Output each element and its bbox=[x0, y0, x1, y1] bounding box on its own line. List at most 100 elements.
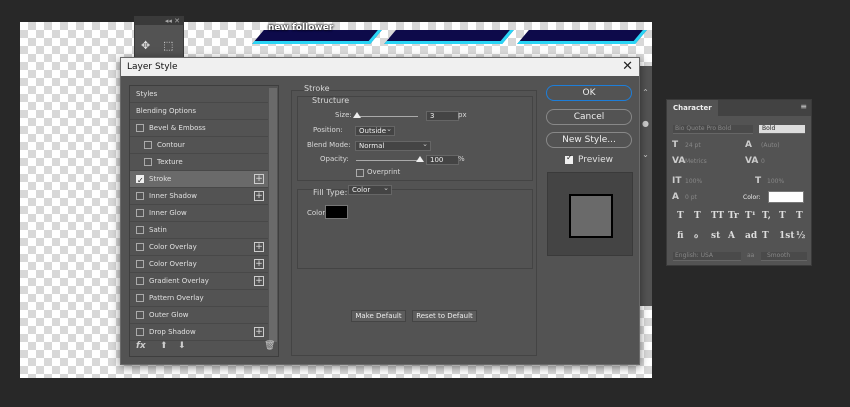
character-tab[interactable]: Character bbox=[667, 100, 718, 116]
stroke-color-swatch[interactable] bbox=[325, 205, 348, 219]
type-style-icon[interactable]: ½ bbox=[796, 231, 805, 241]
style-item-inner-shadow[interactable]: Inner Shadow + bbox=[130, 188, 268, 205]
dialog-title: Layer Style bbox=[127, 62, 178, 72]
type-style-icon[interactable]: T bbox=[762, 231, 769, 241]
reset-default-button[interactable]: Reset to Default bbox=[412, 310, 477, 322]
new-style-button[interactable]: New Style... bbox=[546, 132, 632, 148]
add-effect-icon[interactable]: + bbox=[254, 276, 264, 286]
kerning-value[interactable]: Metrics bbox=[685, 158, 707, 165]
chevron-up-icon[interactable]: ⌃ bbox=[639, 88, 652, 97]
add-effect-icon[interactable]: + bbox=[254, 174, 264, 184]
style-item-color-overlay[interactable]: Color Overlay + bbox=[130, 256, 268, 273]
style-item-bevel-emboss[interactable]: Bevel & Emboss bbox=[130, 120, 268, 137]
style-item-gradient-overlay[interactable]: Gradient Overlay + bbox=[130, 273, 268, 290]
dot-icon[interactable]: ● bbox=[639, 119, 652, 128]
type-style-icon[interactable]: T bbox=[779, 211, 786, 221]
style-item-outer-glow[interactable]: Outer Glow bbox=[130, 307, 268, 324]
position-label: Position: bbox=[313, 126, 343, 134]
close-icon[interactable]: ✕ bbox=[174, 17, 180, 25]
style-checkbox[interactable] bbox=[136, 311, 144, 319]
vertical-scale-value[interactable]: 100% bbox=[685, 178, 702, 185]
style-checkbox[interactable] bbox=[136, 124, 144, 132]
add-effect-icon[interactable]: + bbox=[254, 242, 264, 252]
ok-button[interactable]: OK bbox=[546, 85, 632, 101]
make-default-button[interactable]: Make Default bbox=[351, 310, 406, 322]
panel-menu-icon[interactable]: ≡ bbox=[800, 102, 807, 111]
style-item-stroke[interactable]: Stroke + bbox=[130, 171, 268, 189]
structure-group: Structure Size: 3 px Position: Outside B… bbox=[297, 96, 533, 181]
leading-value[interactable]: (Auto) bbox=[761, 142, 780, 149]
move-tool-icon[interactable]: ✥ bbox=[141, 39, 150, 52]
style-checkbox[interactable] bbox=[136, 172, 144, 189]
move-down-icon[interactable]: ⬇ bbox=[178, 341, 186, 351]
type-style-icon[interactable]: T bbox=[677, 211, 684, 221]
style-checkbox[interactable] bbox=[136, 243, 144, 251]
type-style-icon[interactable]: ℴ bbox=[694, 231, 698, 241]
size-input[interactable]: 3 bbox=[426, 111, 459, 121]
style-item-blending-options[interactable]: Blending Options bbox=[130, 103, 268, 120]
add-effect-icon[interactable]: + bbox=[254, 191, 264, 201]
add-effect-icon[interactable]: + bbox=[254, 259, 264, 269]
dialog-title-bar[interactable]: Layer Style ✕ bbox=[121, 58, 639, 76]
type-style-icon[interactable]: Tr bbox=[728, 211, 739, 221]
blend-mode-select[interactable]: Normal bbox=[355, 140, 431, 151]
text-color-swatch[interactable] bbox=[768, 191, 804, 203]
size-slider-thumb[interactable] bbox=[353, 112, 362, 118]
font-size-value[interactable]: 24 pt bbox=[685, 142, 701, 149]
fx-icon[interactable]: fx bbox=[136, 341, 146, 351]
style-item-contour[interactable]: Contour bbox=[130, 137, 268, 154]
styles-scrollbar[interactable] bbox=[269, 88, 277, 342]
style-label: Satin bbox=[149, 226, 167, 234]
horizontal-scale-value[interactable]: 100% bbox=[767, 178, 784, 185]
type-style-icon[interactable]: T bbox=[694, 211, 701, 221]
position-select[interactable]: Outside bbox=[355, 125, 395, 136]
style-checkbox[interactable] bbox=[144, 158, 152, 166]
style-checkbox[interactable] bbox=[136, 294, 144, 302]
opacity-slider[interactable] bbox=[356, 160, 420, 161]
style-label: Contour bbox=[157, 141, 185, 149]
tools-panel[interactable]: ◂◂ ✕ ✥ ⬚ bbox=[134, 16, 184, 58]
style-checkbox[interactable] bbox=[136, 328, 144, 336]
style-checkbox[interactable] bbox=[136, 226, 144, 234]
overprint-checkbox[interactable] bbox=[356, 169, 364, 177]
layer-style-dialog: Layer Style ✕ Styles Blending Options Bev… bbox=[120, 57, 640, 365]
type-style-icon[interactable]: TT bbox=[711, 211, 724, 221]
style-item-inner-glow[interactable]: Inner Glow bbox=[130, 205, 268, 222]
preview-checkbox[interactable] bbox=[565, 153, 573, 164]
style-checkbox[interactable] bbox=[136, 277, 144, 285]
type-style-icon[interactable]: T, bbox=[762, 211, 771, 221]
trash-icon[interactable]: 🗑 bbox=[264, 341, 275, 351]
tracking-value[interactable]: 0 bbox=[761, 158, 765, 165]
style-item-pattern-overlay[interactable]: Pattern Overlay bbox=[130, 290, 268, 307]
baseline-shift-value[interactable]: 0 pt bbox=[685, 194, 697, 201]
style-checkbox[interactable] bbox=[136, 260, 144, 268]
font-style-value: Bold bbox=[762, 125, 776, 132]
type-style-icon[interactable]: 1st bbox=[779, 231, 795, 241]
collapsed-panel-strip[interactable]: ⌃ ● ⌄ bbox=[638, 66, 652, 306]
close-icon[interactable]: ✕ bbox=[622, 58, 633, 76]
cancel-button[interactable]: Cancel bbox=[546, 109, 632, 125]
collapse-icon[interactable]: ◂◂ bbox=[165, 17, 172, 25]
type-style-icon[interactable]: A bbox=[728, 231, 735, 241]
preview-label: Preview bbox=[578, 155, 614, 165]
type-style-icon[interactable]: st bbox=[711, 231, 720, 241]
style-checkbox[interactable] bbox=[136, 209, 144, 217]
fill-type-select[interactable]: Color bbox=[348, 184, 392, 195]
style-checkbox[interactable] bbox=[136, 192, 144, 200]
style-item-satin[interactable]: Satin bbox=[130, 222, 268, 239]
type-style-icon[interactable]: T¹ bbox=[745, 211, 756, 221]
opacity-slider-thumb[interactable] bbox=[416, 156, 424, 162]
opacity-input[interactable]: 100 bbox=[426, 155, 459, 165]
style-item-texture[interactable]: Texture bbox=[130, 154, 268, 171]
type-style-icon[interactable]: T bbox=[796, 211, 803, 221]
size-slider[interactable] bbox=[356, 116, 418, 117]
marquee-tool-icon[interactable]: ⬚ bbox=[163, 39, 173, 52]
styles-header[interactable]: Styles bbox=[130, 86, 268, 103]
chevron-down-icon[interactable]: ⌄ bbox=[639, 150, 652, 159]
type-style-icon[interactable]: ad bbox=[745, 231, 757, 241]
style-item-color-overlay[interactable]: Color Overlay + bbox=[130, 239, 268, 256]
move-up-icon[interactable]: ⬆ bbox=[160, 341, 168, 351]
type-style-icon[interactable]: fi bbox=[677, 231, 684, 241]
add-effect-icon[interactable]: + bbox=[254, 327, 264, 337]
style-checkbox[interactable] bbox=[144, 141, 152, 149]
